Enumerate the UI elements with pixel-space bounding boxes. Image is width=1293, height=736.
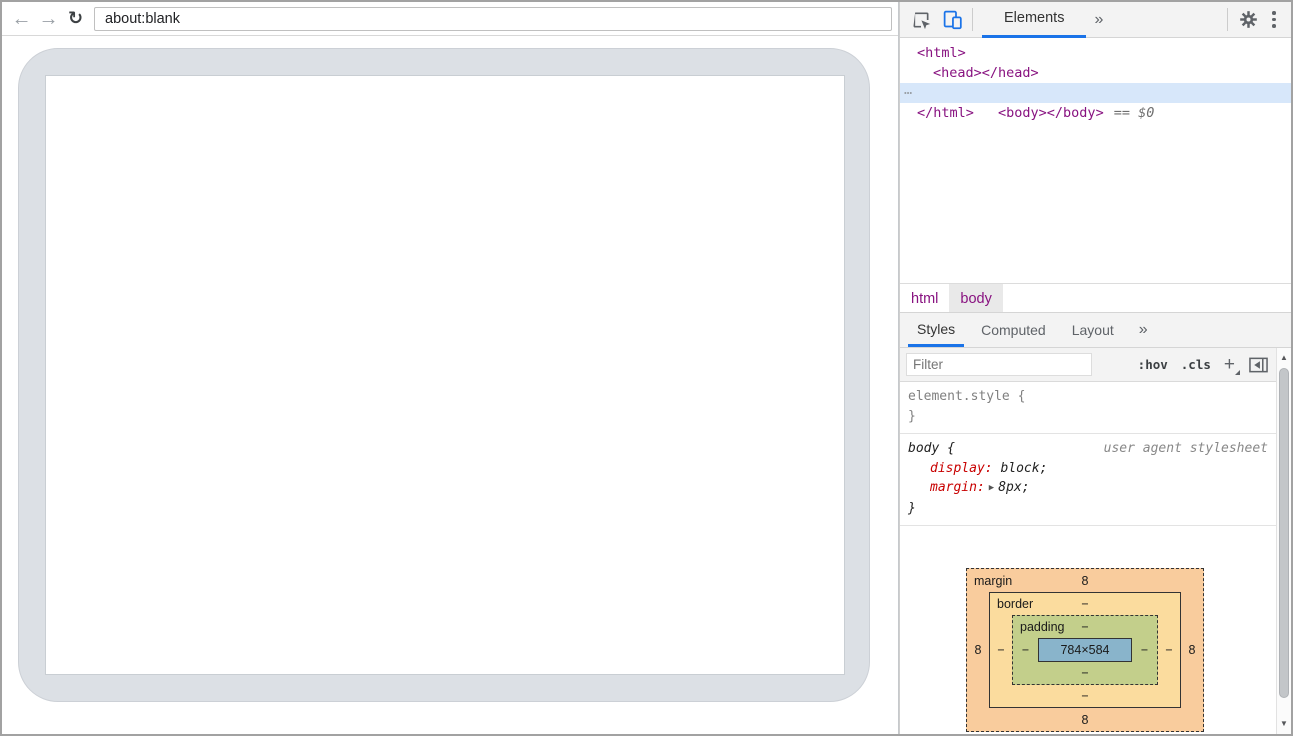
dom-node-code: <html> xyxy=(917,45,966,61)
rule-body-user-agent[interactable]: user agent stylesheet body { display: bl… xyxy=(900,434,1276,526)
padding-top-value[interactable]: − xyxy=(1081,620,1088,634)
chevron-right-icon: » xyxy=(1094,11,1103,28)
border-left-value[interactable]: − xyxy=(990,615,1012,685)
toggle-hover-state-button[interactable]: :hov xyxy=(1138,357,1168,372)
browser-pane: ← → ↻ xyxy=(2,2,899,734)
sidebar-panel-icon xyxy=(1249,357,1268,373)
padding-label: padding xyxy=(1020,620,1065,634)
border-label: border xyxy=(997,597,1033,611)
property-value[interactable]: 8px; xyxy=(998,480,1029,495)
css-property-margin[interactable]: margin:▶8px; xyxy=(908,478,1268,499)
stylesheet-origin: user agent stylesheet xyxy=(1104,439,1268,459)
forward-button[interactable]: → xyxy=(35,9,62,29)
tab-layout[interactable]: Layout xyxy=(1063,313,1123,347)
inspect-cursor-icon xyxy=(911,10,931,30)
dom-node-code: </html> xyxy=(917,105,974,121)
more-tabs-button[interactable]: » xyxy=(1094,11,1103,29)
margin-label: margin xyxy=(974,574,1012,588)
blank-page[interactable] xyxy=(45,75,845,675)
breadcrumb-html[interactable]: html xyxy=(900,284,949,313)
box-model-content[interactable]: 784×584 xyxy=(1038,638,1132,662)
tab-computed[interactable]: Computed xyxy=(972,313,1055,347)
url-input[interactable] xyxy=(95,10,891,28)
margin-top-value[interactable]: 8 xyxy=(1082,574,1089,588)
gear-icon xyxy=(1238,9,1259,30)
toggle-element-state-panel-button[interactable] xyxy=(1249,357,1268,373)
dom-node-html-close[interactable]: </html> xyxy=(900,103,1291,123)
padding-right-value[interactable]: − xyxy=(1132,638,1157,662)
rule-selector[interactable]: element.style xyxy=(908,389,1010,404)
device-emulation-frame xyxy=(18,48,870,702)
plus-icon: + xyxy=(1224,354,1235,375)
tab-elements-label: Elements xyxy=(1004,10,1064,26)
styles-filter-input[interactable] xyxy=(906,353,1092,376)
toolbar-separator xyxy=(1227,8,1228,31)
devtools-menu-button[interactable] xyxy=(1265,11,1283,28)
dom-overflow-icon[interactable]: … xyxy=(904,80,913,100)
forward-icon: → xyxy=(39,8,59,30)
breadcrumb: html body xyxy=(900,283,1291,313)
browser-window: ← → ↻ xyxy=(0,0,1293,736)
margin-left-value[interactable]: 8 xyxy=(967,592,989,708)
chevron-right-icon: » xyxy=(1139,321,1148,338)
border-top-value[interactable]: − xyxy=(1081,597,1088,611)
more-sidebar-tabs-button[interactable]: » xyxy=(1139,321,1148,339)
border-right-value[interactable]: − xyxy=(1158,615,1180,685)
inspect-element-button[interactable] xyxy=(910,9,932,31)
address-bar[interactable] xyxy=(94,7,892,31)
dom-node-head[interactable]: <head></head> xyxy=(900,63,1291,83)
device-toolbar-icon xyxy=(942,9,963,30)
dom-node-body[interactable]: …<body></body>== $0 xyxy=(900,83,1291,103)
margin-right-value[interactable]: 8 xyxy=(1181,592,1203,708)
page-viewport xyxy=(2,36,898,734)
padding-left-value[interactable]: − xyxy=(1013,638,1038,662)
back-icon: ← xyxy=(12,8,32,30)
new-style-rule-button[interactable]: + xyxy=(1224,355,1235,374)
margin-bottom-value[interactable]: 8 xyxy=(1082,713,1089,727)
dom-node-html-open[interactable]: <html> xyxy=(900,43,1291,63)
scroll-down-icon[interactable]: ▼ xyxy=(1277,718,1291,730)
scrollbar-thumb[interactable] xyxy=(1279,368,1289,698)
back-button[interactable]: ← xyxy=(8,9,35,29)
reload-button[interactable]: ↻ xyxy=(62,8,89,29)
dom-node-code: <head></head> xyxy=(933,65,1039,81)
border-bottom-value[interactable]: − xyxy=(1081,689,1088,703)
box-model-diagram: margin 8 8 border − − xyxy=(966,568,1204,732)
toggle-class-button[interactable]: .cls xyxy=(1181,357,1211,372)
dom-tree: <html> <head></head> …<body></body>== $0… xyxy=(900,38,1291,283)
devtools-toolbar: Elements » xyxy=(900,2,1291,38)
property-name[interactable]: display: xyxy=(930,461,993,476)
scroll-up-icon[interactable]: ▲ xyxy=(1277,352,1291,364)
styles-filter-bar: :hov .cls + xyxy=(900,348,1276,382)
property-value[interactable]: block; xyxy=(1000,461,1047,476)
padding-bottom-value[interactable]: − xyxy=(1081,666,1088,680)
box-model-padding[interactable]: padding − − 784×584 − xyxy=(1012,615,1158,685)
sidebar-tabbar: Styles Computed Layout » xyxy=(900,312,1291,348)
toolbar-separator xyxy=(972,8,973,31)
css-property-display[interactable]: display: block; xyxy=(908,459,1268,479)
browser-toolbar: ← → ↻ xyxy=(2,2,898,36)
styles-scrollbar[interactable]: ▲ ▼ xyxy=(1276,348,1291,734)
devtools-panel: Elements » xyxy=(899,2,1291,734)
expand-shorthand-icon[interactable]: ▶ xyxy=(985,483,998,493)
reload-icon: ↻ xyxy=(68,8,83,28)
more-vertical-icon xyxy=(1272,11,1276,15)
content-dimensions: 784×584 xyxy=(1060,643,1109,657)
rule-element-style[interactable]: element.style { } xyxy=(900,382,1276,434)
tab-elements[interactable]: Elements xyxy=(982,2,1086,38)
property-name[interactable]: margin: xyxy=(930,480,985,495)
rule-selector[interactable]: body xyxy=(908,441,939,456)
styles-pane: element.style { } user agent stylesheet … xyxy=(900,382,1276,734)
box-model-border[interactable]: border − − padding − xyxy=(989,592,1181,708)
toggle-device-toolbar-button[interactable] xyxy=(941,9,963,31)
tab-styles[interactable]: Styles xyxy=(908,313,964,347)
box-model-margin[interactable]: margin 8 8 border − − xyxy=(966,568,1204,732)
breadcrumb-body[interactable]: body xyxy=(949,284,1002,313)
settings-button[interactable] xyxy=(1237,9,1259,31)
